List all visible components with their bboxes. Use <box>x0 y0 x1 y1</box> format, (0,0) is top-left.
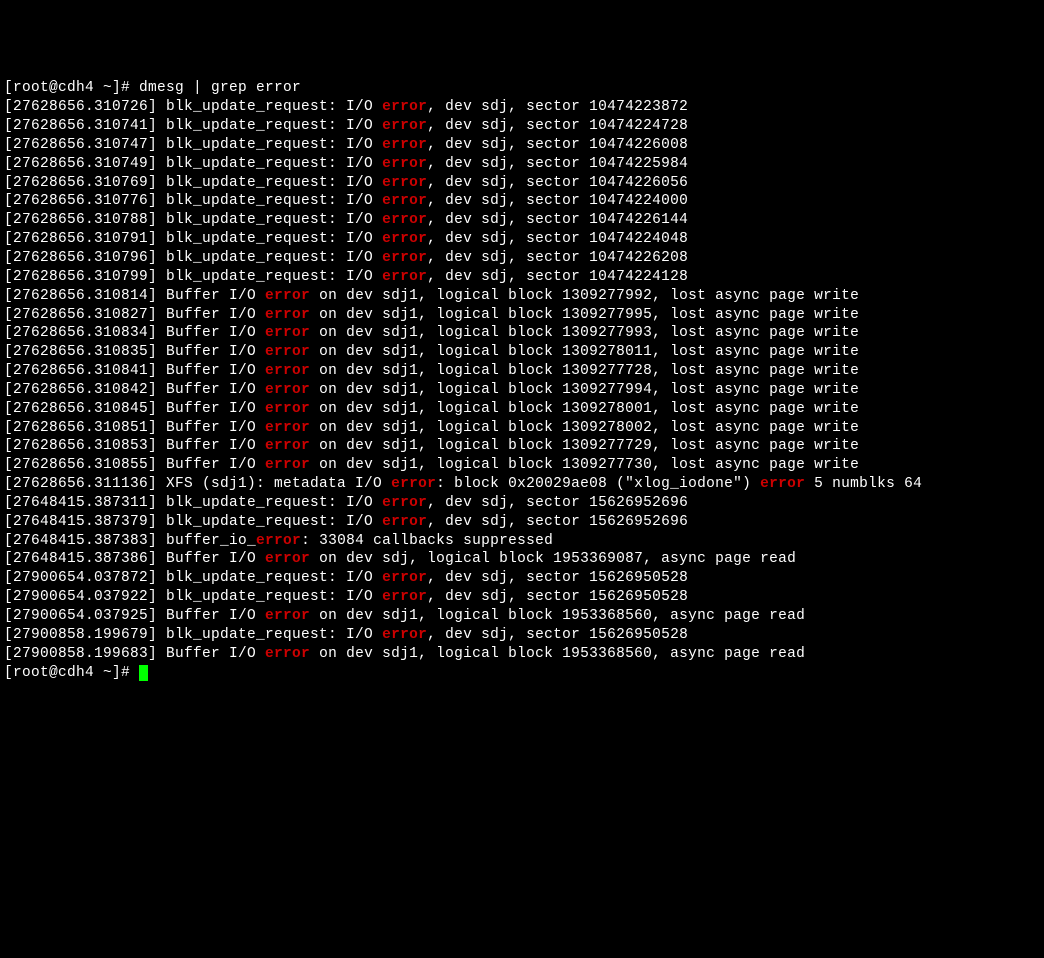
terminal-line: [27628656.310845] Buffer I/O error on de… <box>4 400 1040 419</box>
terminal-line: [27628656.310842] Buffer I/O error on de… <box>4 381 1040 400</box>
terminal-line: [27900654.037922] blk_update_request: I/… <box>4 588 1040 607</box>
terminal-line: [27628656.310799] blk_update_request: I/… <box>4 268 1040 287</box>
terminal-line: [27628656.311136] XFS (sdj1): metadata I… <box>4 475 1040 494</box>
terminal-line: [27900858.199683] Buffer I/O error on de… <box>4 645 1040 664</box>
terminal-line: [27900654.037925] Buffer I/O error on de… <box>4 607 1040 626</box>
terminal-line: [root@cdh4 ~]# dmesg | grep error <box>4 79 1040 98</box>
terminal-line: [27900858.199679] blk_update_request: I/… <box>4 626 1040 645</box>
terminal-line: [27628656.310834] Buffer I/O error on de… <box>4 324 1040 343</box>
terminal-line: [27900654.037872] blk_update_request: I/… <box>4 569 1040 588</box>
terminal-line: [27648415.387379] blk_update_request: I/… <box>4 513 1040 532</box>
terminal-output[interactable]: [root@cdh4 ~]# dmesg | grep error[276286… <box>4 79 1040 682</box>
terminal-line: [27648415.387311] blk_update_request: I/… <box>4 494 1040 513</box>
terminal-line: [27628656.310741] blk_update_request: I/… <box>4 117 1040 136</box>
terminal-line: [27628656.310769] blk_update_request: I/… <box>4 174 1040 193</box>
cursor <box>139 665 148 681</box>
terminal-line: [27648415.387383] buffer_io_error: 33084… <box>4 532 1040 551</box>
terminal-line: [27628656.310726] blk_update_request: I/… <box>4 98 1040 117</box>
terminal-line: [27628656.310835] Buffer I/O error on de… <box>4 343 1040 362</box>
terminal-line: [27628656.310749] blk_update_request: I/… <box>4 155 1040 174</box>
terminal-line: [27628656.310827] Buffer I/O error on de… <box>4 306 1040 325</box>
terminal-line: [27628656.310853] Buffer I/O error on de… <box>4 437 1040 456</box>
terminal-line: [27628656.310747] blk_update_request: I/… <box>4 136 1040 155</box>
terminal-line: [27628656.310788] blk_update_request: I/… <box>4 211 1040 230</box>
terminal-line: [27628656.310791] blk_update_request: I/… <box>4 230 1040 249</box>
terminal-line: [27628656.310796] blk_update_request: I/… <box>4 249 1040 268</box>
terminal-line: [27628656.310855] Buffer I/O error on de… <box>4 456 1040 475</box>
terminal-line: [27628656.310851] Buffer I/O error on de… <box>4 419 1040 438</box>
terminal-line: [27628656.310776] blk_update_request: I/… <box>4 192 1040 211</box>
terminal-line: [27628656.310814] Buffer I/O error on de… <box>4 287 1040 306</box>
terminal-line: [27648415.387386] Buffer I/O error on de… <box>4 550 1040 569</box>
terminal-line: [27628656.310841] Buffer I/O error on de… <box>4 362 1040 381</box>
shell-prompt[interactable]: [root@cdh4 ~]# <box>4 664 1040 683</box>
